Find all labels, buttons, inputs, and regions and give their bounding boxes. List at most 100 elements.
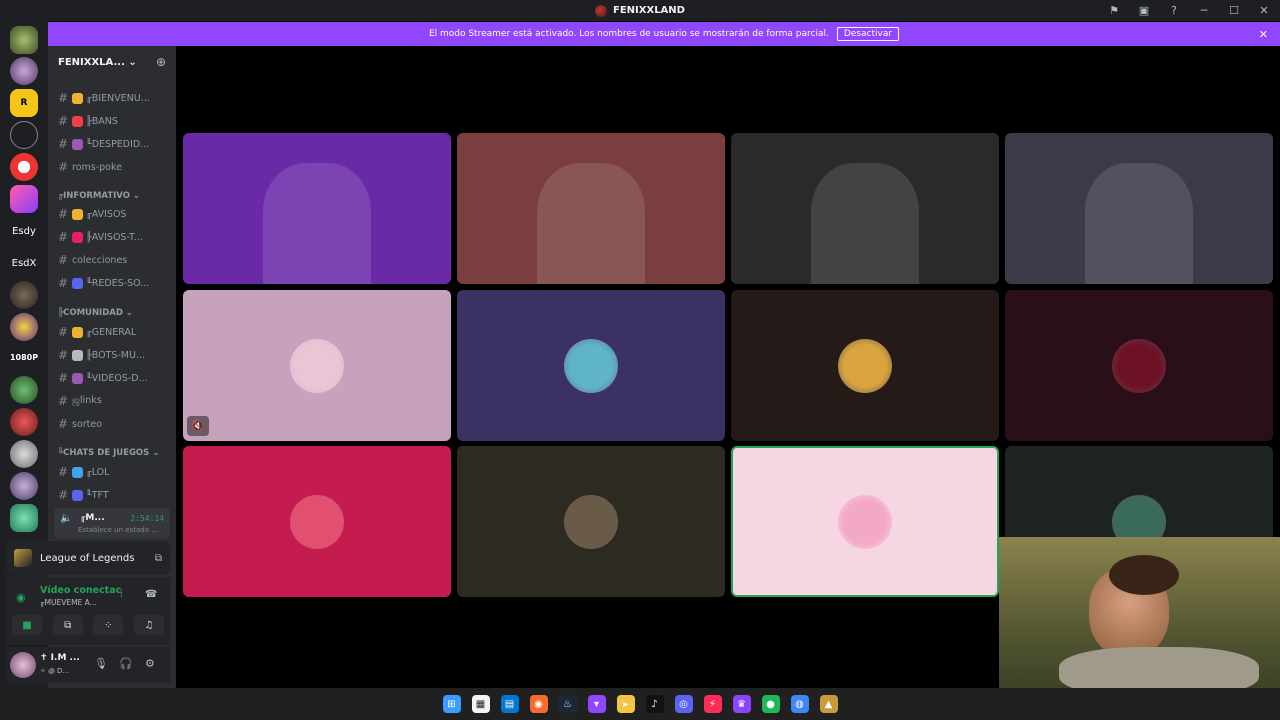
channel-category[interactable]: ╚CHATS DE JUEGOS ⌄ bbox=[58, 448, 159, 458]
channel-category[interactable]: ╔INFORMATIVO ⌄ bbox=[58, 191, 140, 201]
user-status: ✧ ꩜ D... bbox=[40, 667, 70, 675]
hash-icon: # bbox=[57, 417, 69, 431]
store-icon[interactable]: ▤ bbox=[500, 695, 519, 713]
explorer-icon[interactable]: ▦ bbox=[471, 695, 490, 713]
text-channel[interactable]: # roms-poke bbox=[54, 157, 172, 177]
help-icon[interactable]: ? bbox=[1166, 4, 1182, 17]
avatar-tile[interactable] bbox=[1005, 290, 1273, 441]
flag-icon[interactable]: ⚑ bbox=[1106, 4, 1122, 17]
spotify-icon[interactable]: ● bbox=[761, 695, 780, 713]
text-channel[interactable]: # ╙TFT bbox=[54, 485, 172, 505]
windows-icon[interactable]: ⊞ bbox=[442, 695, 461, 713]
camera-button[interactable]: ■ bbox=[12, 615, 42, 635]
hash-icon: # bbox=[57, 253, 69, 267]
avatar-tile[interactable] bbox=[731, 446, 999, 597]
twitch-icon[interactable]: ▾ bbox=[587, 695, 606, 713]
settings-gear-icon[interactable]: ⚙ bbox=[145, 657, 155, 670]
avatar bbox=[290, 338, 344, 393]
muted-microphone-icon: 🔇 bbox=[187, 416, 209, 436]
text-channel[interactable]: # ╓AVISOS bbox=[54, 204, 172, 224]
bolt-icon[interactable]: ⚡ bbox=[703, 695, 722, 713]
text-channel[interactable]: # ╟BOTS-MU... bbox=[54, 345, 172, 365]
active-voice-channel[interactable]: 🔈 ╓M... 2:54:14 Establece un estado ... bbox=[54, 508, 170, 538]
league-of-legends-icon bbox=[14, 549, 32, 567]
lol-icon[interactable]: ▲ bbox=[819, 695, 838, 713]
text-channel[interactable]: # ╓LOL bbox=[54, 462, 172, 482]
server-icon[interactable] bbox=[10, 472, 38, 500]
avatar-tile[interactable] bbox=[457, 446, 725, 597]
noise-suppression-icon[interactable]: ⫶ bbox=[120, 589, 123, 600]
speaker-icon: 🔈 bbox=[60, 513, 73, 524]
disconnect-icon[interactable]: ☎ bbox=[145, 589, 157, 600]
server-icon[interactable] bbox=[10, 57, 38, 85]
soundboard-button[interactable]: ♫ bbox=[133, 615, 164, 635]
chrome-icon[interactable]: ◍ bbox=[790, 695, 809, 713]
deactivate-button[interactable]: Desactivar bbox=[836, 27, 900, 41]
server-1080p[interactable]: 1080P bbox=[10, 343, 38, 371]
server-icon[interactable] bbox=[10, 376, 38, 404]
headphones-icon[interactable]: 🎧 bbox=[119, 657, 133, 670]
server-icon[interactable] bbox=[10, 504, 38, 532]
server-esdy[interactable]: Esdy bbox=[10, 217, 38, 245]
video-tile[interactable] bbox=[457, 133, 725, 284]
banner-close-icon[interactable]: ✕ bbox=[1259, 28, 1268, 41]
rockstar-server-icon[interactable]: R bbox=[10, 89, 38, 117]
text-channel[interactable]: # ╙VIDEOS-D... bbox=[54, 368, 172, 388]
avatar-tile[interactable] bbox=[457, 290, 725, 441]
avatar[interactable] bbox=[10, 652, 36, 678]
connected-channel[interactable]: ╓MUEVEME A... bbox=[40, 598, 97, 607]
video-tile[interactable] bbox=[183, 133, 451, 284]
emoji-icon bbox=[72, 138, 83, 150]
maximize-icon[interactable]: ☐ bbox=[1226, 4, 1242, 17]
server-icon[interactable] bbox=[10, 26, 38, 54]
origin-icon[interactable]: ◉ bbox=[529, 695, 548, 713]
folder-icon[interactable]: ▸ bbox=[616, 695, 635, 713]
video-tile[interactable] bbox=[731, 133, 999, 284]
avatar-tile[interactable]: 🔇 bbox=[183, 290, 451, 441]
server-icon[interactable] bbox=[10, 440, 38, 468]
text-channel[interactable]: # ╟BANS bbox=[54, 111, 172, 131]
avatar bbox=[564, 338, 618, 393]
channel-label: ╟BANS bbox=[86, 115, 118, 127]
text-channel[interactable]: # ╙REDES-SO... bbox=[54, 273, 172, 293]
guild-header[interactable]: FENIXXLA... ⌄ ⊕ bbox=[48, 46, 176, 78]
channel-category[interactable]: ╠COMUNIDAD ⌄ bbox=[58, 308, 133, 318]
channel-label: ╙TFT bbox=[86, 489, 109, 501]
activities-button[interactable]: ⁘ bbox=[93, 615, 124, 635]
app-icon[interactable]: ♛ bbox=[732, 695, 751, 713]
steam-icon[interactable]: ♨ bbox=[558, 695, 577, 713]
emoji-icon bbox=[72, 92, 83, 104]
server-icon[interactable] bbox=[10, 313, 38, 341]
server-icon[interactable] bbox=[10, 408, 38, 436]
minimize-icon[interactable]: ─ bbox=[1196, 4, 1212, 17]
server-icon[interactable] bbox=[10, 281, 38, 309]
text-channel[interactable]: # ╓GENERAL bbox=[54, 322, 172, 342]
share-screen-button[interactable]: ⧉ bbox=[52, 615, 83, 635]
close-icon[interactable]: ✕ bbox=[1256, 4, 1272, 17]
text-channel[interactable]: # ஜlinks bbox=[54, 391, 172, 411]
hash-icon: # bbox=[57, 394, 69, 408]
text-channel[interactable]: # sorteo bbox=[54, 414, 172, 434]
invite-icon[interactable]: ⊕ bbox=[156, 55, 166, 69]
window-title: FENIXXLAND bbox=[595, 4, 685, 17]
microphone-icon[interactable]: 🎙 bbox=[94, 657, 108, 670]
hash-icon: # bbox=[57, 325, 69, 339]
text-channel[interactable]: # colecciones bbox=[54, 250, 172, 270]
discord-icon[interactable]: ◎ bbox=[674, 695, 693, 713]
server-icon[interactable] bbox=[10, 153, 38, 181]
video-tile[interactable] bbox=[1005, 133, 1273, 284]
avatar-tile[interactable] bbox=[731, 290, 999, 441]
channel-label: ╟BOTS-MU... bbox=[86, 349, 146, 361]
text-channel[interactable]: # ╓BIENVENU... bbox=[54, 88, 172, 108]
screen-share-icon[interactable]: ⧉ bbox=[155, 553, 162, 564]
tiktok-icon[interactable]: ♪ bbox=[645, 695, 664, 713]
server-icon[interactable] bbox=[10, 121, 38, 149]
avatar-tile[interactable] bbox=[183, 446, 451, 597]
character-hair bbox=[1109, 555, 1179, 595]
server-icon[interactable] bbox=[10, 185, 38, 213]
title-bar: FENIXXLAND ⚑ ▣? ─ ☐ ✕ bbox=[0, 0, 1280, 21]
server-esdx[interactable]: EsdX bbox=[10, 249, 38, 277]
inbox-icon[interactable]: ▣ bbox=[1136, 4, 1152, 17]
text-channel[interactable]: # ╟AVISOS-T... bbox=[54, 227, 172, 247]
text-channel[interactable]: # ╙DESPEDID... bbox=[54, 134, 172, 154]
